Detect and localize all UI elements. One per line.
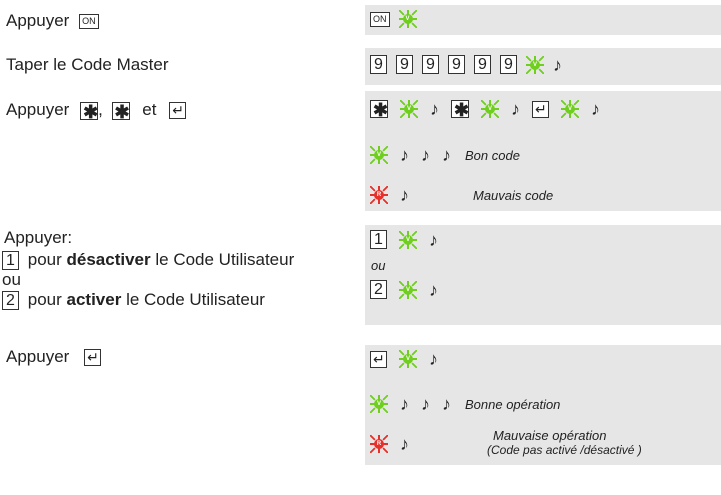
step-5-text: Appuyer — [6, 347, 70, 366]
enter-key[interactable]: ↵ — [84, 349, 102, 367]
digit-9-key: 9 — [500, 55, 517, 74]
green-led-icon: V — [561, 100, 579, 118]
green-led-icon: V — [399, 280, 417, 299]
mauvais-code-caption: Mauvais code — [473, 187, 554, 203]
enter-key: ↵ — [532, 100, 549, 118]
step-3-feedback: ✱ V ♪ ✱ V ♪ ↵ V ♪ — [370, 99, 600, 119]
step-2-feedback: 9 9 9 9 9 9 V ♪ — [370, 55, 562, 74]
on-key[interactable]: ON — [79, 14, 99, 30]
option-2-action: activer — [66, 290, 122, 309]
beep-note-icon: ♪ — [421, 394, 430, 414]
digit-2-key[interactable]: 2 — [2, 291, 19, 311]
option-2-prefix: pour — [27, 290, 62, 309]
step-1-instruction: Appuyer ON — [6, 11, 99, 31]
beep-note-icon: ♪ — [400, 145, 409, 165]
bonne-operation-caption: Bonne opération — [465, 396, 561, 412]
mauvaise-operation-result: R ♪ — [370, 435, 409, 453]
digit-9-key: 9 — [474, 55, 491, 74]
digit-9-key: 9 — [370, 55, 387, 74]
bonne-operation-result: V ♪ ♪ ♪ Bonne opération — [370, 395, 560, 413]
star-key: ✱ — [370, 100, 388, 119]
option-1-action: désactiver — [66, 250, 151, 269]
beep-note-icon: ♪ — [430, 99, 439, 119]
mauvais-code-result: R ♪ Mauvais code — [370, 186, 553, 204]
or-text: ou — [2, 270, 21, 289]
beep-note-icon: ♪ — [442, 145, 451, 165]
digit-9-key: 9 — [422, 55, 439, 74]
on-key: ON — [370, 11, 390, 27]
beep-note-icon: ♪ — [553, 54, 562, 75]
step-4-heading: Appuyer: — [4, 228, 72, 248]
digit-2-key: 2 — [370, 280, 387, 299]
step-5-feedback: ↵ V ♪ — [370, 350, 438, 368]
step-3-text: Appuyer — [6, 100, 70, 119]
mauvaise-operation-detail: (Code pas activé /désactivé ) — [487, 443, 642, 457]
option-2-suffix: le Code Utilisateur — [126, 290, 265, 309]
option-1-feedback: 1 V ♪ — [370, 230, 438, 249]
beep-note-icon: ♪ — [511, 99, 520, 119]
beep-note-icon: ♪ — [421, 145, 430, 165]
beep-note-icon: ♪ — [429, 279, 438, 300]
beep-note-icon: ♪ — [591, 99, 600, 119]
beep-note-icon: ♪ — [400, 394, 409, 414]
beep-note-icon: ♪ — [429, 229, 438, 250]
option-1-suffix: le Code Utilisateur — [155, 250, 295, 269]
green-led-icon: V — [398, 10, 417, 28]
beep-note-icon: ♪ — [400, 185, 409, 205]
enter-key: ↵ — [370, 350, 387, 368]
bon-code-caption: Bon code — [465, 147, 520, 163]
green-led-icon: V — [370, 146, 388, 164]
option-2-feedback: 2 V ♪ — [370, 280, 438, 299]
green-led-icon: V — [370, 395, 388, 413]
step-4-option-2: 2 pour activer le Code Utilisateur — [2, 290, 265, 311]
step-5-instruction: Appuyer ↵ — [6, 347, 102, 367]
step-2-instruction: Taper le Code Master — [6, 55, 169, 75]
panel-step-1 — [365, 5, 721, 35]
star-key[interactable]: ✱ — [80, 101, 98, 121]
step-4-text: Appuyer: — [4, 228, 73, 247]
red-led-icon: R — [370, 435, 388, 453]
step-1-text: Appuyer — [6, 11, 70, 30]
mauvaise-operation-caption: Mauvaise opération — [493, 428, 607, 443]
and-text: et — [142, 100, 157, 119]
digit-9-key: 9 — [448, 55, 465, 74]
digit-9-key: 9 — [396, 55, 413, 74]
star-key: ✱ — [451, 100, 469, 119]
option-1-prefix: pour — [27, 250, 62, 269]
step-3-instruction: Appuyer ✱, ✱ et ↵ — [6, 100, 187, 121]
red-led-icon: R — [370, 186, 388, 204]
enter-key[interactable]: ↵ — [169, 102, 187, 120]
green-led-icon: V — [400, 100, 418, 118]
digit-1-key[interactable]: 1 — [2, 251, 19, 271]
green-led-icon: V — [399, 230, 417, 249]
beep-note-icon: ♪ — [442, 394, 451, 414]
comma-separator: , — [98, 100, 103, 119]
green-led-icon: V — [481, 100, 499, 118]
green-led-icon: V — [399, 350, 417, 368]
bon-code-result: V ♪ ♪ ♪ Bon code — [370, 146, 520, 164]
ou-caption: ou — [371, 258, 386, 273]
beep-note-icon: ♪ — [400, 434, 409, 454]
step-4-or: ou — [2, 270, 21, 290]
step-1-feedback: ON V — [370, 10, 417, 28]
beep-note-icon: ♪ — [429, 349, 438, 369]
star-key[interactable]: ✱ — [111, 101, 130, 121]
green-led-icon: V — [526, 55, 544, 74]
step-2-text: Taper le Code Master — [6, 55, 169, 74]
digit-1-key: 1 — [370, 230, 387, 249]
step-4-option-1: 1 pour désactiver le Code Utilisateur — [2, 250, 295, 271]
